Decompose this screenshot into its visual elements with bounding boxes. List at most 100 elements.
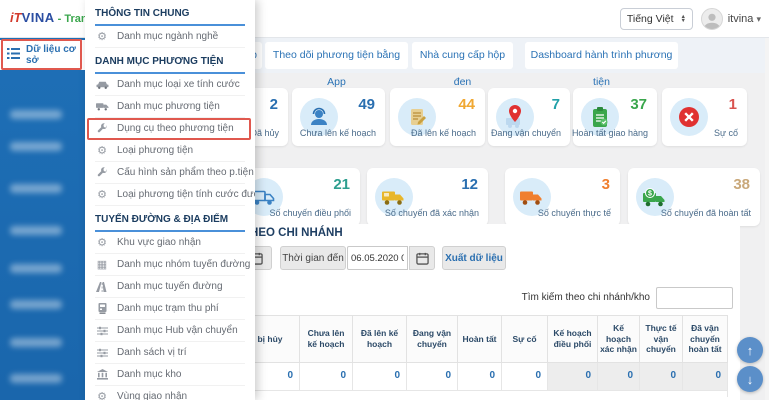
cogs-icon: ⚙ (97, 31, 107, 43)
sidebar-item-blurred[interactable] (10, 226, 62, 235)
stat-label: Đang vận chuyển (490, 128, 561, 138)
cell: 0 (353, 363, 407, 391)
menu-item-tram-thu-phi[interactable]: Danh mục trạm thu phí (95, 298, 245, 320)
menu-item-label: Danh mục kho (117, 369, 182, 380)
stat-value: 37 (630, 96, 647, 113)
menu-section-title: THÔNG TIN CHUNG (95, 0, 245, 26)
stat-value: 2 (269, 96, 278, 113)
menu-item-loai-phuong-tien[interactable]: ⚙ Loại phương tiện (95, 140, 245, 162)
menu-item-label: Cấu hình sản phẩm theo p.tiện (117, 167, 254, 178)
menu-item-label: Loại phương tiện tính cước đường bộ (117, 189, 255, 200)
section-title: THEO CHI NHÁNH (243, 227, 343, 239)
cogs-icon: ⚙ (97, 237, 107, 249)
language-value: Tiếng Việt (626, 13, 674, 25)
avatar[interactable] (701, 8, 723, 30)
time-to-label: Thời gian đến (280, 246, 346, 270)
scroll-down-button[interactable]: ↓ (737, 366, 763, 392)
user-menu[interactable]: itvina ▾ (728, 13, 761, 25)
table-icon: ▦ (96, 259, 108, 271)
branch-search-input[interactable] (656, 287, 733, 309)
stat-label: Số chuyến thực tế (537, 208, 611, 218)
sidebar-item-blurred[interactable] (10, 184, 62, 193)
col-header[interactable]: Kế hoạch xác nhận (598, 315, 640, 363)
export-data-button[interactable]: Xuất dữ liệu (442, 246, 506, 270)
logo-secondary: VINA (21, 10, 55, 25)
stat-card-su-co: 1 Sự cố (662, 88, 747, 146)
menu-item-danh-sach-vi-tri[interactable]: Danh sách vị trí (95, 342, 245, 364)
date-to-input[interactable] (347, 246, 408, 270)
sidebar-item-blurred[interactable] (10, 300, 62, 309)
error-circle-icon (670, 98, 708, 136)
menu-item-label: Danh mục Hub vận chuyển (117, 325, 238, 336)
col-header[interactable]: Sự cố (502, 315, 548, 363)
col-header[interactable]: Đã lên kế hoạch (353, 315, 407, 363)
table-header-row: Yêu cầu bị hủy Chưa lên kế hoạch Đã lên … (205, 315, 728, 363)
calendar-to-button[interactable] (409, 246, 435, 270)
menu-item-label: Loại phương tiện (117, 145, 194, 156)
menu-item-label: Khu vực giao nhận (117, 237, 201, 248)
search-label: Tìm kiếm theo chi nhánh/kho (521, 292, 650, 303)
menu-item-label: Danh mục nhóm tuyến đường (117, 259, 251, 270)
cell: 0 (300, 363, 353, 391)
stat-card-dang-van-chuyen: 7 Đang vận chuyển (488, 88, 570, 146)
col-header[interactable]: Thực tế vận chuyển (640, 315, 683, 363)
sidebar-item-blurred[interactable] (10, 264, 62, 273)
menu-item-danh-muc-loai-xe-tinh-cuoc[interactable]: Danh mục loại xe tính cước (95, 74, 245, 96)
data-menu-dropdown: THÔNG TIN CHUNG ⚙ Danh mục ngành nghề DA… (85, 0, 255, 400)
menu-item-dung-cu-theo-phuong-tien[interactable]: Dụng cụ theo phương tiện (95, 118, 245, 140)
menu-item-label: Dụng cụ theo phương tiện (117, 123, 234, 134)
cogs-icon: ⚙ (97, 145, 107, 157)
sidebar-item-du-lieu-co-so[interactable]: Dữ liệu cơ sở (0, 40, 85, 70)
sidebar-item-blurred[interactable] (10, 338, 62, 347)
col-header[interactable]: Kế hoạch điều phối (548, 315, 598, 363)
stat-value: 49 (358, 96, 375, 113)
col-header[interactable]: Đã vận chuyển hoàn tất (683, 315, 728, 363)
menu-section-title: TUYẾN ĐƯỜNG & ĐỊA ĐIỂM (95, 206, 245, 232)
stat-value: 7 (551, 96, 560, 113)
menu-section-title: DANH MỤC PHƯƠNG TIỆN (95, 48, 245, 74)
sidebar-item-blurred[interactable] (10, 374, 62, 383)
scroll-up-button[interactable]: ↑ (737, 337, 763, 363)
menu-item-label: Danh mục trạm thu phí (117, 303, 219, 314)
menu-item-label: Vùng giao nhận (117, 391, 188, 400)
cogs-icon: ⚙ (97, 189, 107, 201)
menu-item-vung-giao-nhan[interactable]: ⚙ Vùng giao nhận (95, 386, 245, 400)
table-next-row-partial (205, 391, 728, 397)
language-select[interactable]: Tiếng Việt ▲ ▼ (619, 8, 693, 30)
menu-item-cau-hinh-san-pham[interactable]: Cấu hình sản phẩm theo p.tiện (95, 162, 254, 184)
stat-label: Hoàn tất giao hàng (571, 128, 648, 138)
stat-value: 3 (601, 176, 610, 193)
menu-item-nhom-tuyen-duong[interactable]: ▦ Danh mục nhóm tuyến đường (95, 254, 250, 276)
road-icon (95, 281, 109, 293)
col-header[interactable]: Chưa lên kế hoạch (300, 315, 353, 363)
stat-value: 1 (728, 96, 737, 113)
stat-value: 21 (333, 176, 350, 193)
scrollbar-track[interactable] (765, 38, 769, 400)
menu-item-label: Danh sách vị trí (117, 347, 187, 358)
cell: 0 (640, 363, 683, 391)
tab-dashboard-hanh-trinh[interactable]: Dashboard hành trình phương tiện (525, 42, 678, 88)
col-header[interactable]: Hoàn tất (458, 315, 502, 363)
stat-label: Đã lên kế hoạch (410, 128, 476, 138)
cell: 0 (502, 363, 548, 391)
tab-nha-cung-cap[interactable]: Nhà cung cấp hộp đen (412, 42, 513, 88)
tab-theo-doi-app[interactable]: Theo dõi phương tiện bằng App (265, 42, 408, 88)
cogs-icon: ⚙ (97, 391, 107, 400)
sidebar-item-blurred[interactable] (10, 110, 62, 119)
toll-booth-icon (95, 303, 109, 315)
sidebar-item-blurred[interactable] (10, 142, 62, 151)
stat-card-da-len-ke-hoach: 44 Đã lên kế hoạch (390, 88, 485, 146)
menu-item-loai-phuong-tien-tinh-cuoc[interactable]: ⚙ Loại phương tiện tính cước đường bộ (95, 184, 255, 206)
sliders-icon (95, 325, 109, 337)
cell: 0 (458, 363, 502, 391)
col-header[interactable]: Đang vận chuyển (407, 315, 458, 363)
menu-item-danh-muc-kho[interactable]: Danh mục kho (95, 364, 245, 386)
menu-item-danh-muc-nganh-nghe[interactable]: ⚙ Danh mục ngành nghề (95, 26, 245, 48)
menu-item-tuyen-duong[interactable]: Danh mục tuyến đường (95, 276, 245, 298)
stat-label: Số chuyến đã hoàn tất (660, 208, 751, 218)
menu-item-khu-vuc-giao-nhan[interactable]: ⚙ Khu vực giao nhận (95, 232, 245, 254)
stat-label: Sự cố (713, 128, 738, 138)
menu-item-danh-muc-phuong-tien[interactable]: Danh mục phương tiện (95, 96, 245, 118)
stat-value: 44 (458, 96, 475, 113)
menu-item-hub-van-chuyen[interactable]: Danh mục Hub vận chuyển (95, 320, 245, 342)
